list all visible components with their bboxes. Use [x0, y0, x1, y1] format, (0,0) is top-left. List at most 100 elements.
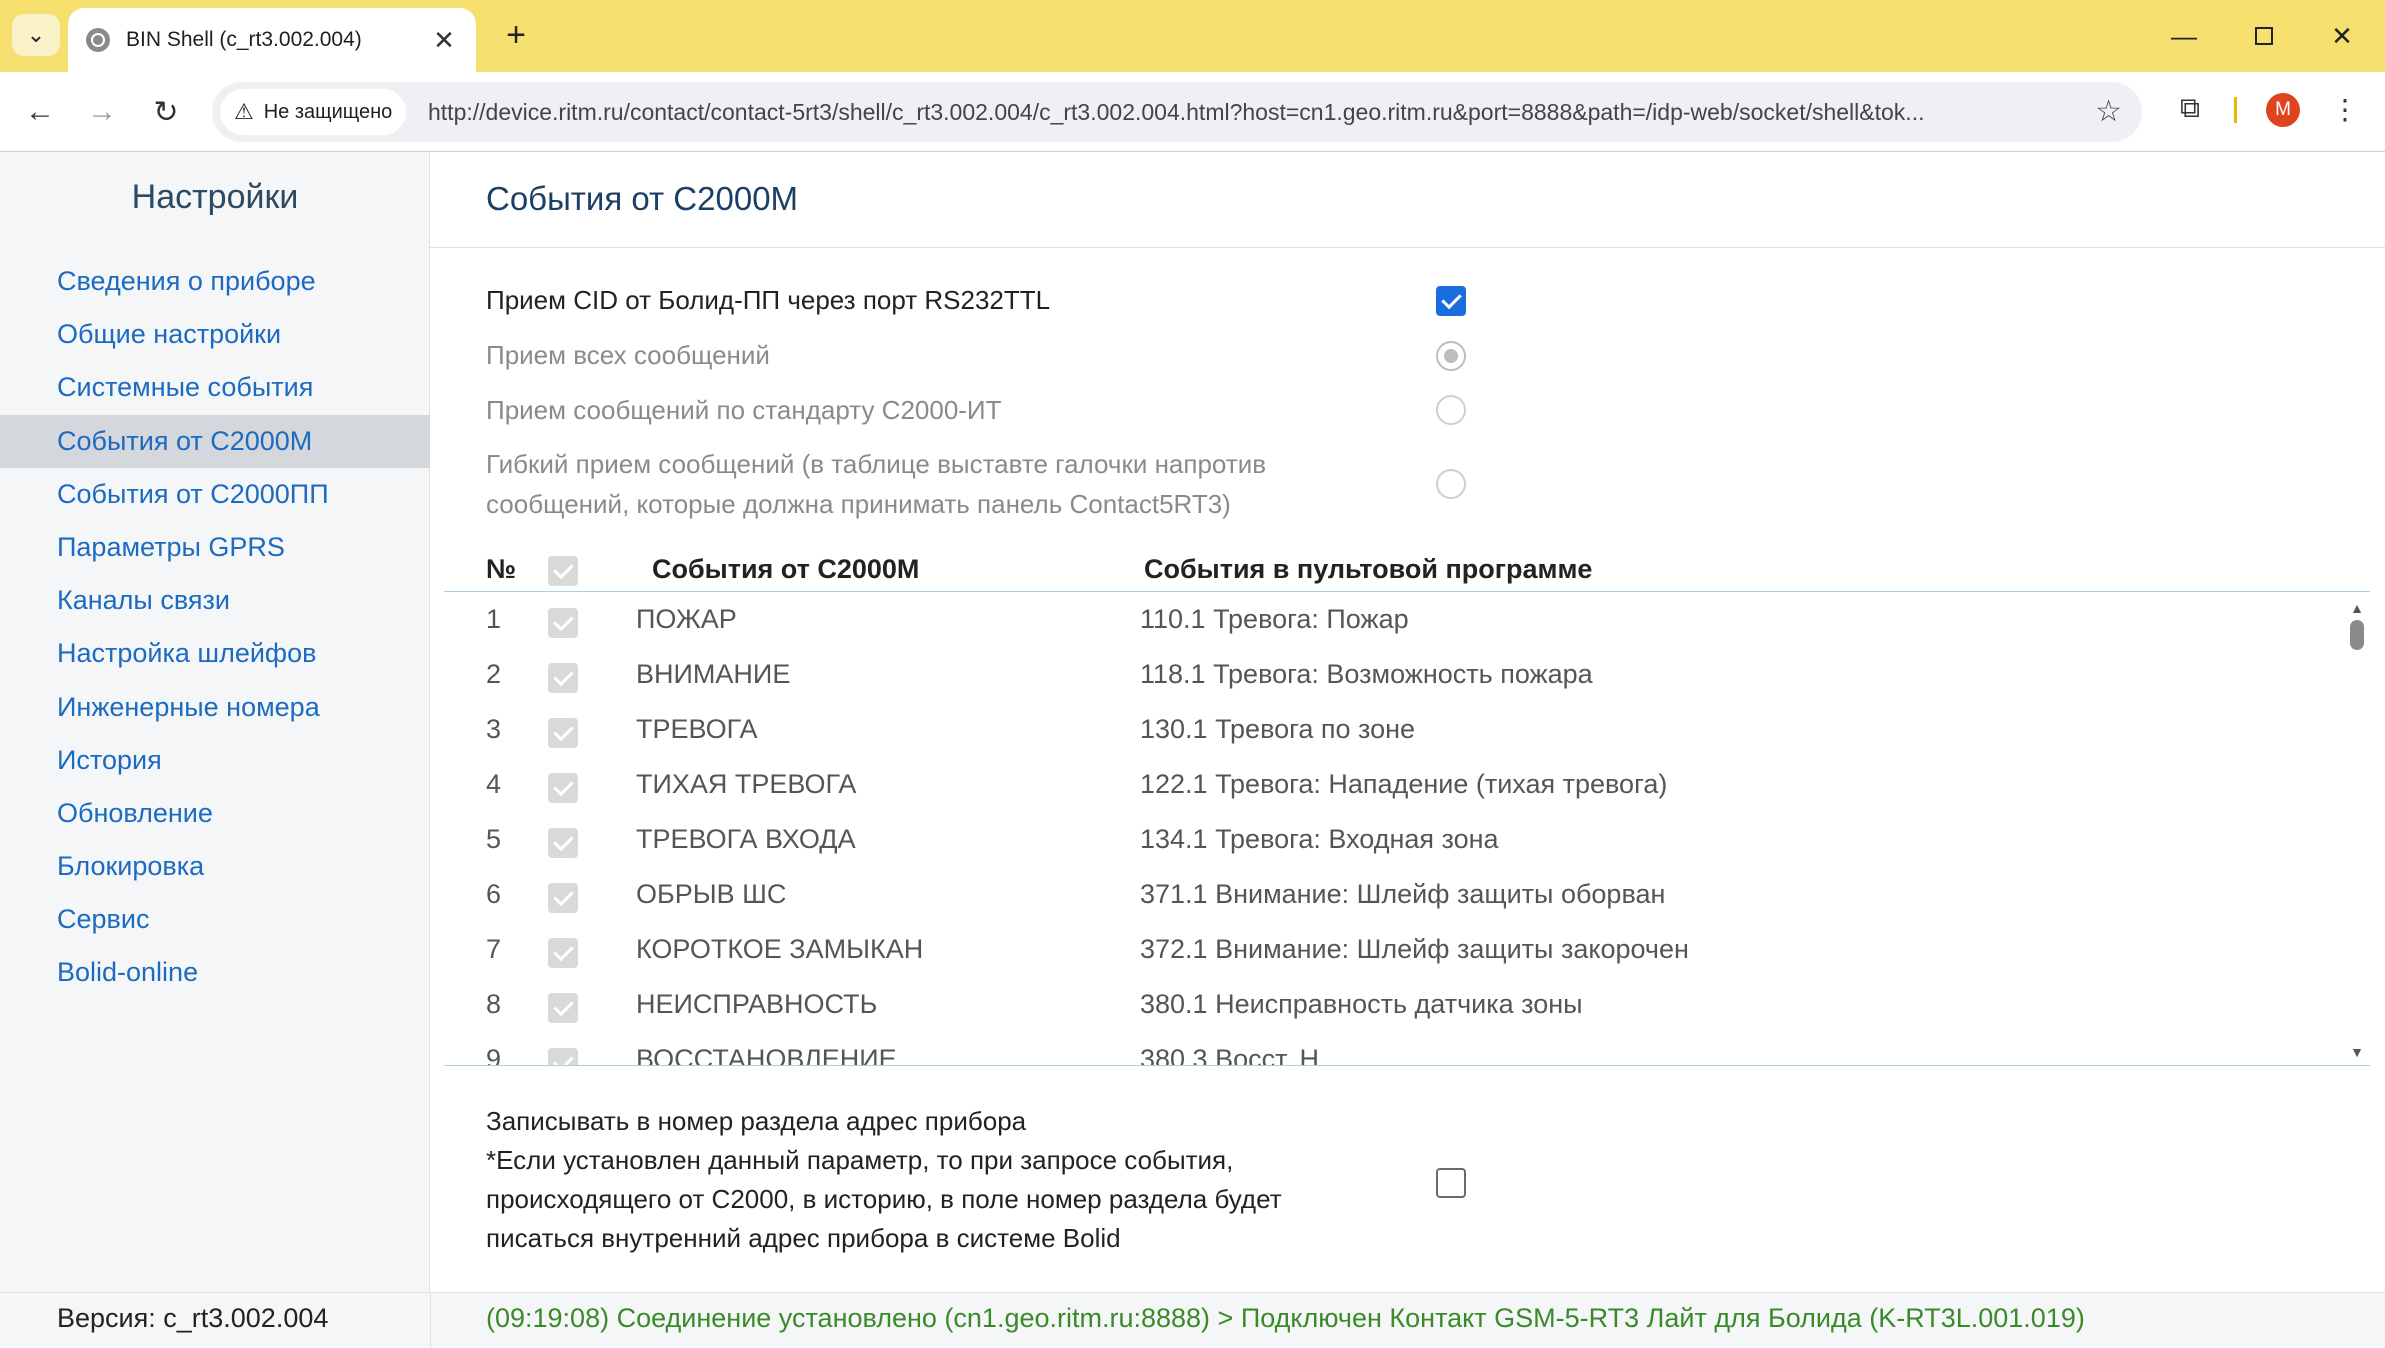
- security-chip[interactable]: ⚠ Не защищено: [220, 89, 407, 135]
- profile-avatar[interactable]: M: [2266, 93, 2300, 127]
- row-checkbox[interactable]: [548, 718, 578, 748]
- row-c2000m-event: ТРЕВОГА: [636, 714, 758, 744]
- row-number: 2: [486, 659, 502, 689]
- row-checkbox[interactable]: [548, 663, 578, 693]
- row-c2000m-event: ВНИМАНИЕ: [636, 659, 791, 689]
- cid-rs232-checkbox[interactable]: [1436, 286, 1466, 316]
- row-checkbox[interactable]: [548, 993, 578, 1023]
- events-table-header: № События от С2000М События в пультовой …: [444, 550, 2370, 592]
- scroll-thumb[interactable]: [2350, 620, 2364, 650]
- main-panel: События от С2000М Прием CID от Болид-ПП …: [430, 152, 2385, 1292]
- row-program-event: 130.1 Тревога по зоне: [1140, 714, 1416, 744]
- cid-rs232-label: Прием CID от Болид-ПП через порт RS232TT…: [486, 285, 1051, 315]
- chevron-down-icon: ⌄: [26, 22, 46, 47]
- row-program-event: 371.1 Внимание: Шлейф защиты оборван: [1140, 879, 1666, 909]
- partition-address-note-line3: писаться внутренний адрес прибора в сист…: [486, 1223, 1121, 1253]
- toolbar-divider: [2234, 97, 2237, 123]
- new-tab-button[interactable]: +: [494, 14, 538, 58]
- events-table-body[interactable]: 1 ПОЖАР 110.1 Тревога: Пожар 2 ВНИМАНИЕ …: [444, 596, 2370, 1066]
- table-scrollbar[interactable]: ▲ ▼: [2344, 596, 2370, 1065]
- flexible-label-line2: сообщений, которые должна принимать пане…: [486, 489, 1231, 519]
- table-row: 3 ТРЕВОГА 130.1 Тревога по зоне: [444, 706, 2344, 761]
- row-program-event: 380.1 Неисправность датчика зоны: [1140, 989, 1583, 1019]
- minimize-icon[interactable]: —: [2158, 14, 2210, 58]
- tab-search-button[interactable]: ⌄: [12, 14, 60, 56]
- row-number: 4: [486, 769, 502, 799]
- flexible-radio[interactable]: [1436, 469, 1466, 499]
- sidebar-nav: Сведения о приборе Общие настройки Систе…: [0, 255, 430, 1000]
- sidebar-item-engineer-numbers[interactable]: Инженерные номера: [0, 681, 430, 734]
- forward-arrow-icon[interactable]: →: [82, 92, 122, 132]
- sidebar-item-system-events[interactable]: Системные события: [0, 361, 430, 414]
- sidebar-title: Настройки: [131, 178, 299, 216]
- sidebar-item-gprs-params[interactable]: Параметры GPRS: [0, 521, 430, 574]
- sidebar-item-c2000pp-events[interactable]: События от С2000ПП: [0, 468, 430, 521]
- scroll-down-icon[interactable]: ▼: [2350, 1044, 2364, 1060]
- page-title: События от С2000М: [486, 180, 799, 217]
- col-number-header: №: [486, 554, 517, 584]
- bookmark-star-icon[interactable]: ☆: [2095, 94, 2122, 130]
- row-number: 1: [486, 604, 502, 634]
- sidebar-item-channels[interactable]: Каналы связи: [0, 574, 430, 627]
- sidebar-item-history[interactable]: История: [0, 734, 430, 787]
- row-checkbox[interactable]: [548, 883, 578, 913]
- row-program-event: 110.1 Тревога: Пожар: [1140, 604, 1409, 634]
- partition-address-checkbox[interactable]: [1436, 1168, 1466, 1198]
- select-all-checkbox[interactable]: [548, 556, 578, 586]
- window-close-icon[interactable]: ✕: [2316, 14, 2368, 58]
- table-row: 9 ВОССТАНОВЛЕНИЕ 380.3 Восст. Н: [444, 1036, 2344, 1066]
- row-c2000m-event: ТРЕВОГА ВХОДА: [636, 824, 856, 854]
- main-header: События от С2000М: [430, 152, 2385, 248]
- partition-address-note-line2: происходящего от С2000, в историю, в пол…: [486, 1184, 1282, 1214]
- table-row: 5 ТРЕВОГА ВХОДА 134.1 Тревога: Входная з…: [444, 816, 2344, 871]
- row-c2000m-event: НЕИСПРАВНОСТЬ: [636, 989, 878, 1019]
- sidebar-item-update[interactable]: Обновление: [0, 787, 430, 840]
- row-c2000m-event: ВОССТАНОВЛЕНИЕ: [636, 1044, 897, 1066]
- row-program-event: 122.1 Тревога: Нападение (тихая тревога): [1140, 769, 1668, 799]
- sidebar-item-bolid-online[interactable]: Bolid-online: [0, 946, 430, 999]
- all-messages-label: Прием всех сообщений: [486, 340, 770, 370]
- col-c2000m-events-header: События от С2000М: [652, 554, 920, 584]
- menu-kebab-icon[interactable]: ⋮: [2330, 90, 2360, 130]
- table-row: 2 ВНИМАНИЕ 118.1 Тревога: Возможность по…: [444, 651, 2344, 706]
- status-footer: Версия: c_rt3.002.004 (09:19:08) Соедине…: [0, 1292, 2385, 1348]
- row-program-event: 134.1 Тревога: Входная зона: [1140, 824, 1499, 854]
- back-arrow-icon[interactable]: ←: [20, 92, 60, 132]
- browser-titlebar: ⌄ BIN Shell (c_rt3.002.004) ✕ + — ✕: [0, 0, 2385, 72]
- row-program-event: 372.1 Внимание: Шлейф защиты закорочен: [1140, 934, 1689, 964]
- extensions-puzzle-icon[interactable]: ⧉: [2172, 90, 2208, 126]
- row-program-event: 380.3 Восст. Н: [1140, 1044, 1319, 1066]
- version-label: Версия: c_rt3.002.004: [57, 1303, 329, 1333]
- sidebar-item-service[interactable]: Сервис: [0, 893, 430, 946]
- sidebar-item-lock[interactable]: Блокировка: [0, 840, 430, 893]
- maximize-icon[interactable]: [2238, 14, 2290, 58]
- scroll-up-icon[interactable]: ▲: [2350, 600, 2364, 616]
- standard-it-label: Прием сообщений по стандарту С2000-ИТ: [486, 395, 1002, 425]
- row-number: 8: [486, 989, 502, 1019]
- row-checkbox[interactable]: [548, 938, 578, 968]
- settings-sidebar: Настройки Сведения о приборе Общие настр…: [0, 152, 430, 1292]
- sidebar-item-device-info[interactable]: Сведения о приборе: [0, 255, 430, 308]
- row-checkbox[interactable]: [548, 828, 578, 858]
- row-checkbox[interactable]: [548, 608, 578, 638]
- row-number: 9: [486, 1044, 502, 1066]
- standard-it-radio[interactable]: [1436, 395, 1466, 425]
- all-messages-radio[interactable]: [1436, 341, 1466, 371]
- partition-address-label: Записывать в номер раздела адрес прибора: [486, 1106, 1027, 1136]
- sidebar-item-c2000m-events[interactable]: События от С2000М: [0, 414, 430, 468]
- row-program-event: 118.1 Тревога: Возможность пожара: [1140, 659, 1593, 689]
- globe-icon: [86, 28, 110, 52]
- sidebar-item-general-settings[interactable]: Общие настройки: [0, 308, 430, 361]
- address-bar[interactable]: ⚠ Не защищено http://device.ritm.ru/cont…: [212, 82, 2142, 142]
- row-checkbox[interactable]: [548, 773, 578, 803]
- sidebar-item-loops[interactable]: Настройка шлейфов: [0, 627, 430, 680]
- url-text[interactable]: http://device.ritm.ru/contact/contact-5r…: [428, 82, 2068, 142]
- close-icon[interactable]: ✕: [430, 26, 458, 54]
- table-row: 7 КОРОТКОЕ ЗАМЫКАН 372.1 Внимание: Шлейф…: [444, 926, 2344, 981]
- row-c2000m-event: ОБРЫВ ШС: [636, 879, 787, 909]
- reload-icon[interactable]: ↻: [146, 92, 186, 132]
- row-checkbox[interactable]: [548, 1048, 578, 1065]
- row-number: 7: [486, 934, 502, 964]
- table-row: 8 НЕИСПРАВНОСТЬ 380.1 Неисправность датч…: [444, 981, 2344, 1036]
- browser-tab[interactable]: BIN Shell (c_rt3.002.004) ✕: [68, 8, 476, 72]
